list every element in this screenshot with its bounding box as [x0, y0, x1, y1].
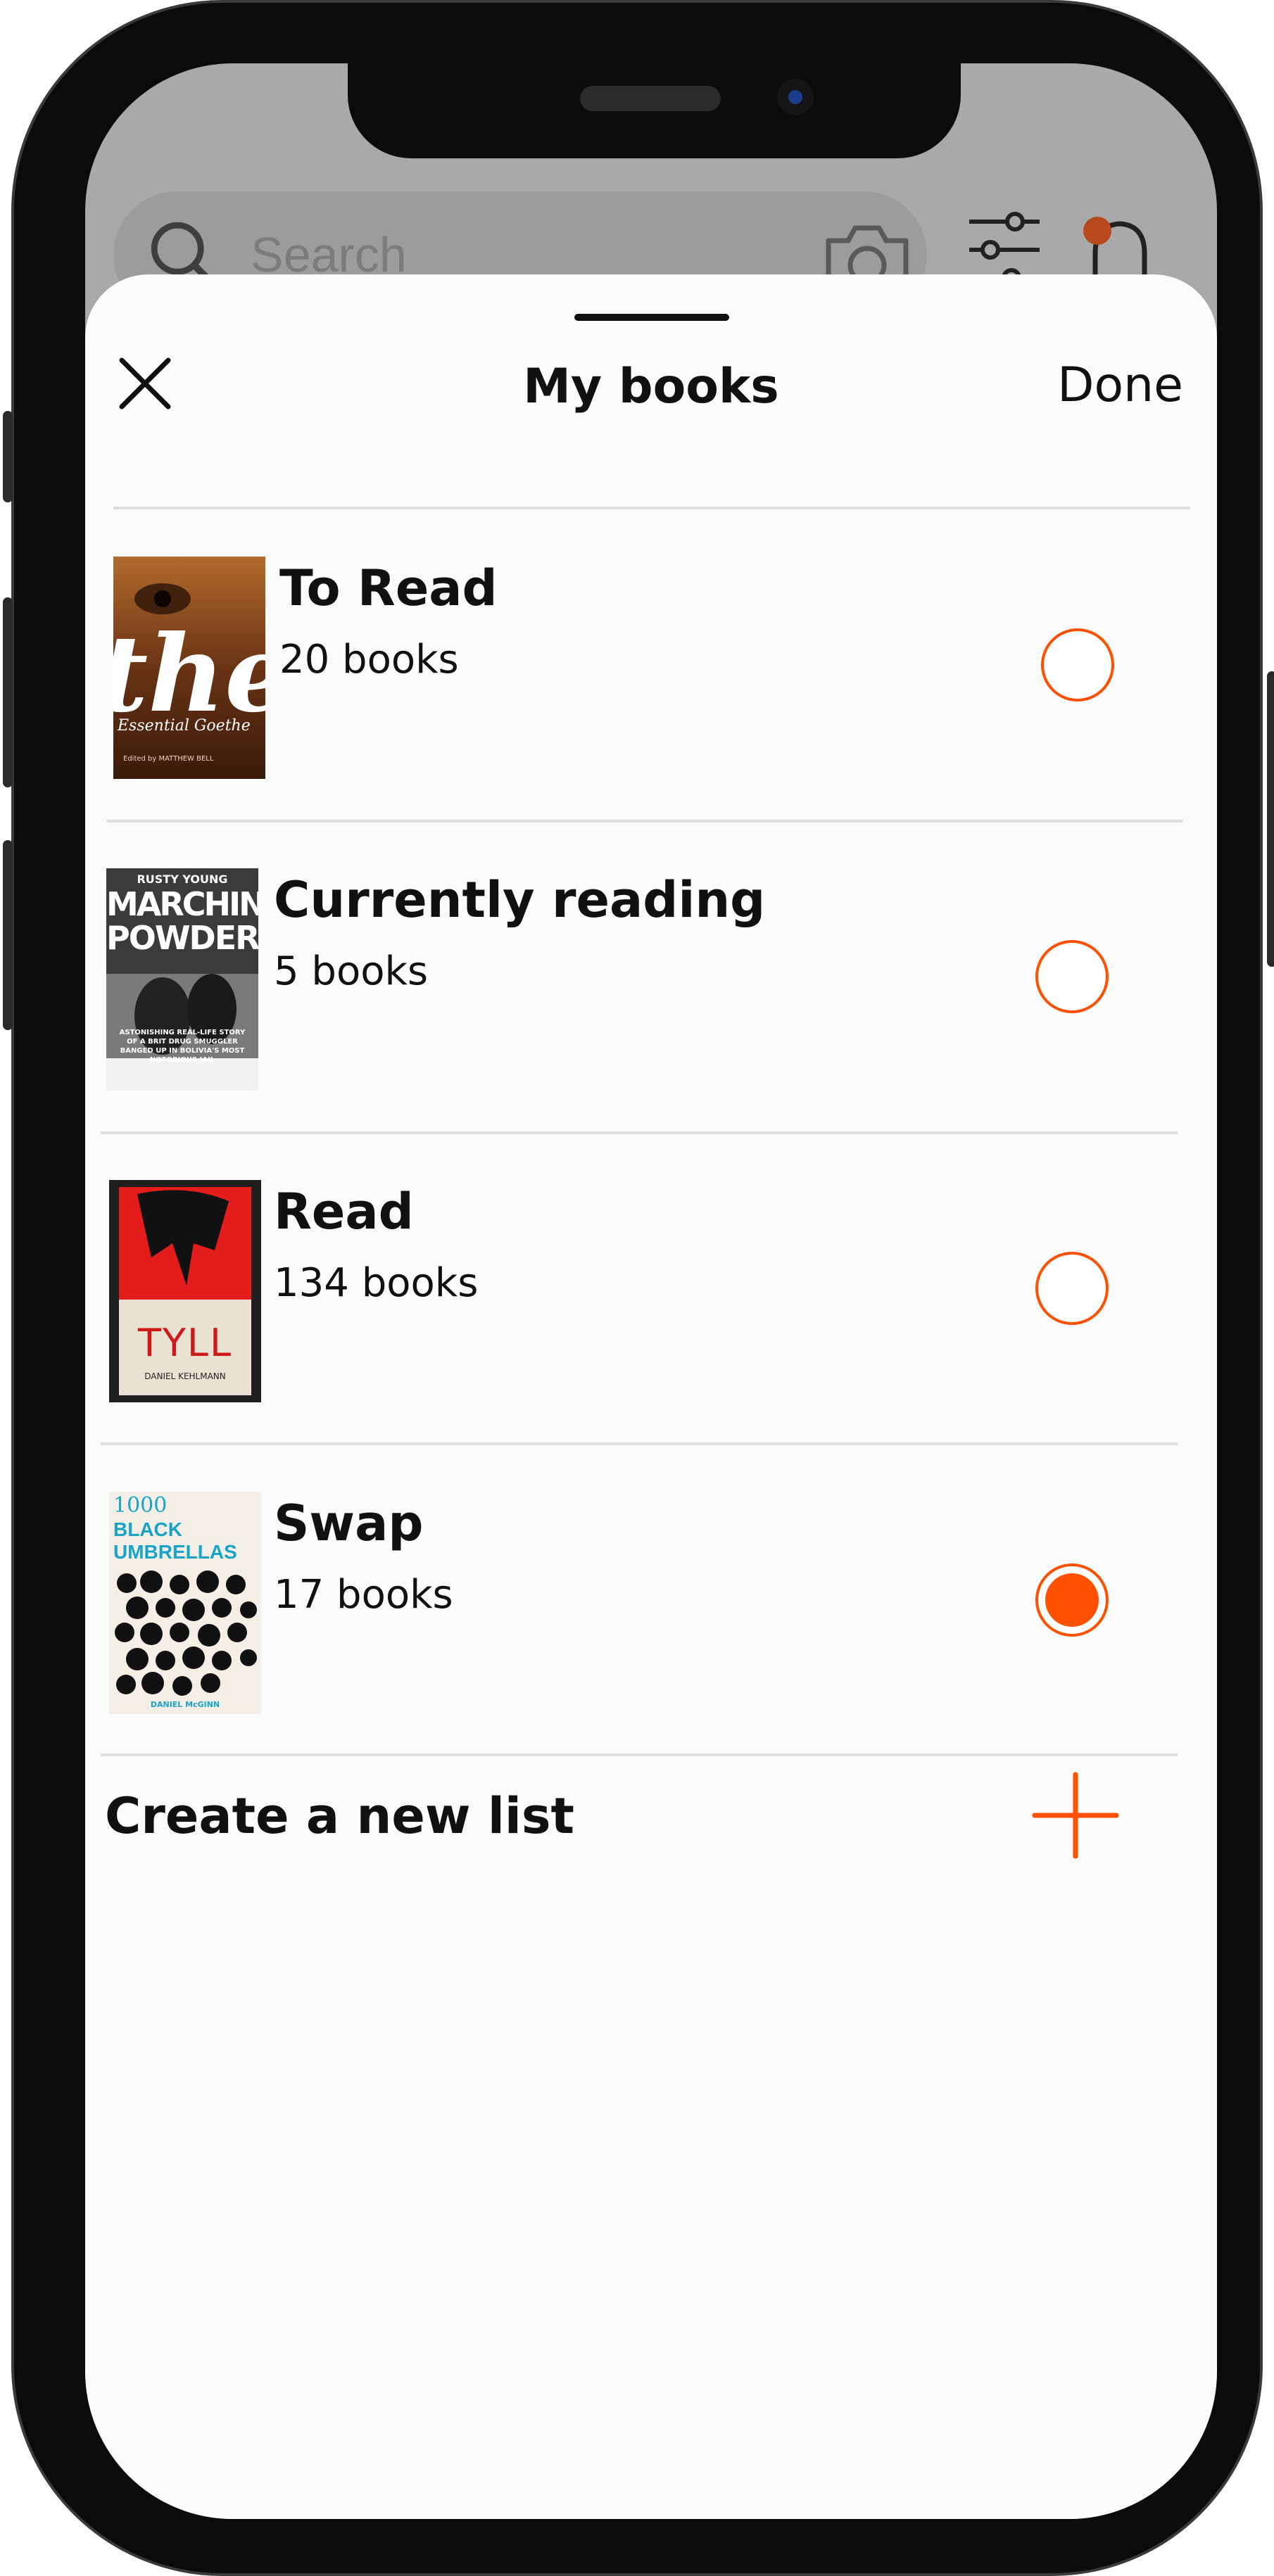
cover-title-1: 1000: [113, 1493, 168, 1518]
create-new-list-label: Create a new list: [105, 1787, 574, 1845]
sheet-title: My books: [523, 359, 779, 414]
list-item-swap[interactable]: 1000 BLACK UMBRELLAS DANIEL McGINN Swap …: [85, 1445, 1217, 1755]
notch: [348, 63, 961, 158]
cover-big-text: the: [113, 612, 265, 736]
cover-title-2: BLACK: [113, 1518, 182, 1540]
cover-blurb: BANGED UP IN BOLIVIA'S MOST: [120, 1047, 245, 1055]
cover-title-2: POWDER: [106, 919, 258, 957]
done-button[interactable]: Done: [1057, 357, 1183, 413]
phone-frame: Search My books Done h Essential Goethe …: [3, 0, 1274, 2576]
list-item-to-read[interactable]: the Essential Goethe Edited by MATTHEW B…: [85, 510, 1217, 820]
divider: [113, 507, 1190, 509]
cover-author: RUSTY YOUNG: [137, 873, 228, 886]
screen: Search My books Done h Essential Goethe …: [85, 63, 1217, 2519]
list-title: To Read: [279, 559, 498, 617]
cover-title-1: MARCHING: [106, 885, 258, 923]
volume-up-button: [3, 597, 13, 787]
list-item-currently-reading[interactable]: RUSTY YOUNG MARCHING POWDER ASTONISHING …: [85, 822, 1217, 1131]
radio-to-read[interactable]: [1041, 628, 1114, 702]
speaker-grille: [580, 86, 721, 111]
radio-read[interactable]: [1035, 1252, 1109, 1325]
book-cover-1000-black-umbrellas: 1000 BLACK UMBRELLAS DANIEL McGINN: [109, 1492, 261, 1714]
mute-switch: [3, 411, 13, 502]
cover-editor: Edited by MATTHEW BELL: [123, 755, 214, 763]
list-title: Swap: [274, 1495, 424, 1552]
book-cover-essential-goethe: the Essential Goethe Edited by MATTHEW B…: [113, 557, 265, 779]
book-cover-marching-powder: RUSTY YOUNG MARCHING POWDER ASTONISHING …: [106, 868, 258, 1091]
power-button: [1267, 671, 1274, 967]
list-count: 17 books: [274, 1572, 453, 1618]
front-camera: [777, 79, 814, 115]
divider: [101, 1753, 1178, 1756]
list-count: 5 books: [274, 948, 429, 994]
list-title: Currently reading: [274, 871, 766, 929]
radio-swap[interactable]: [1035, 1563, 1109, 1637]
cover-blurb: OF A BRIT DRUG SMUGGLER: [127, 1038, 238, 1046]
my-books-sheet: My books Done the Essential Goethe Edite…: [85, 274, 1217, 2519]
list-title: Read: [274, 1183, 414, 1241]
sheet-grabber[interactable]: [574, 314, 729, 321]
radio-currently-reading[interactable]: [1035, 940, 1109, 1013]
plus-icon[interactable]: [1032, 1772, 1119, 1859]
list-count: 134 books: [274, 1260, 479, 1306]
cover-author: DANIEL McGINN: [150, 1700, 220, 1709]
cover-blurb: NOTORIOUS JAIL: [149, 1056, 215, 1064]
cover-title-3: UMBRELLAS: [113, 1541, 237, 1563]
volume-down-button: [3, 840, 13, 1030]
list-item-read[interactable]: TYLL DANIEL KEHLMANN Read 134 books: [85, 1134, 1217, 1443]
cover-blurb: ASTONISHING REAL-LIFE STORY: [119, 1029, 246, 1036]
book-cover-tyll: TYLL DANIEL KEHLMANN: [109, 1180, 261, 1402]
cover-author: DANIEL KEHLMANN: [144, 1371, 226, 1381]
cover-title: TYLL: [137, 1321, 233, 1365]
create-new-list-row[interactable]: Create a new list: [85, 1759, 1217, 1872]
cover-subtitle: Essential Goethe: [118, 717, 251, 735]
list-count: 20 books: [279, 637, 459, 683]
